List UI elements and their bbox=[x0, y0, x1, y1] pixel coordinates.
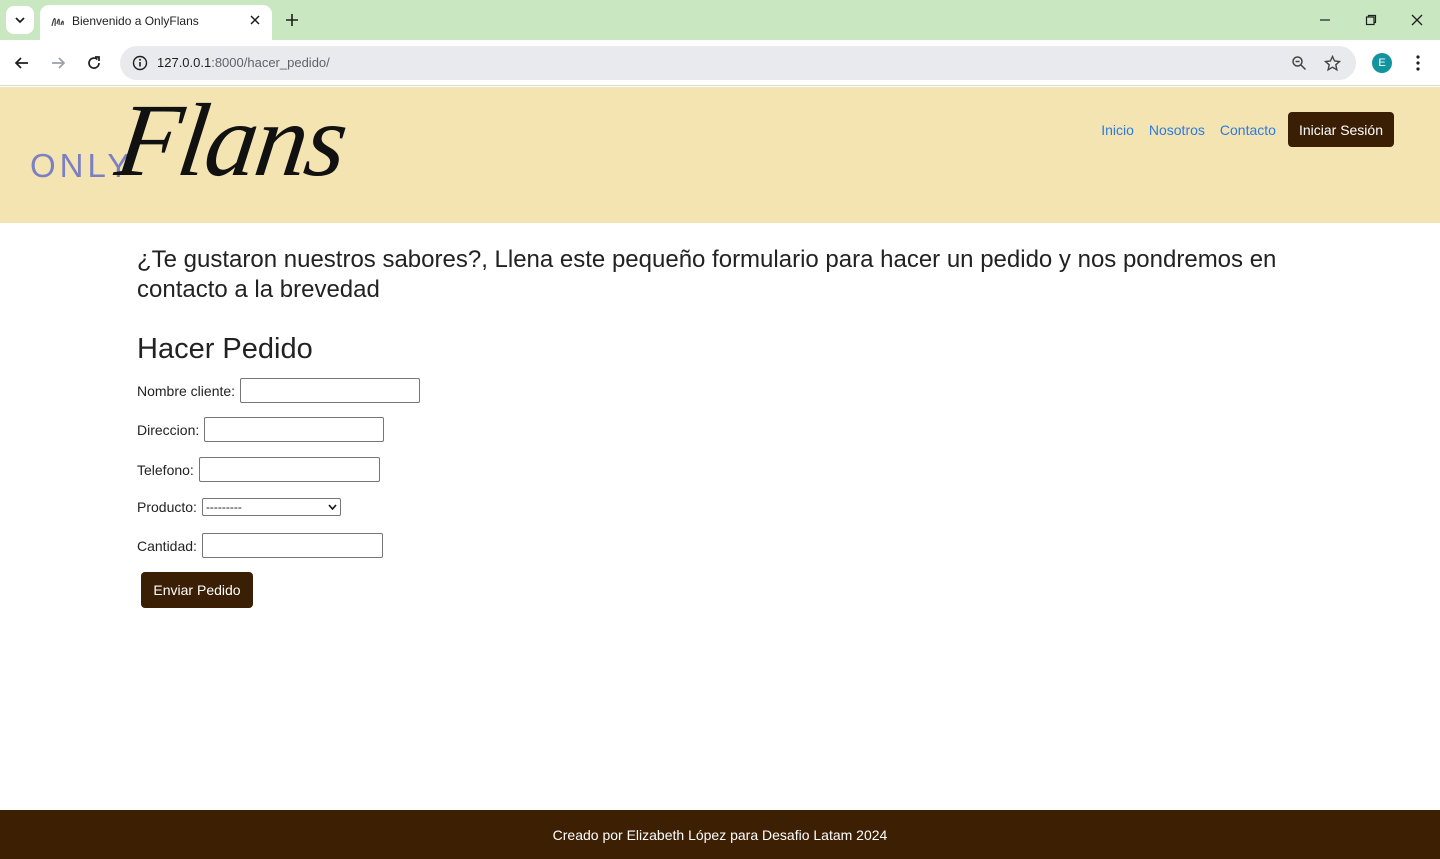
submit-row: Enviar Pedido bbox=[137, 572, 1317, 608]
intro-text: ¿Te gustaron nuestros sabores?, Llena es… bbox=[137, 246, 1277, 303]
star-icon bbox=[1323, 54, 1341, 71]
new-tab-button[interactable] bbox=[282, 10, 302, 30]
info-icon bbox=[132, 55, 148, 71]
login-button[interactable]: Iniciar Sesión bbox=[1287, 112, 1394, 147]
arrow-left-icon bbox=[14, 57, 28, 69]
forward-button[interactable] bbox=[46, 51, 70, 75]
arrow-right-icon bbox=[52, 57, 66, 69]
nombre-label: Nombre cliente: bbox=[137, 382, 236, 399]
plus-icon bbox=[286, 14, 298, 26]
bookmark-button[interactable] bbox=[1322, 53, 1342, 73]
telefono-label: Telefono: bbox=[137, 461, 194, 478]
field-row-producto: Producto: --------- bbox=[137, 498, 1317, 516]
address-bar[interactable]: 127.0.0.1:8000/hacer_pedido/ bbox=[120, 46, 1356, 80]
main-content: ¿Te gustaron nuestros sabores?, Llena es… bbox=[137, 245, 1317, 608]
cantidad-input[interactable] bbox=[201, 533, 383, 558]
cantidad-label: Cantidad: bbox=[137, 537, 197, 554]
field-row-nombre: Nombre cliente: bbox=[137, 378, 1317, 403]
browser-tab-active[interactable]: Bienvenido a OnlyFlans bbox=[40, 5, 272, 40]
site-info-button[interactable] bbox=[128, 51, 152, 75]
nav-link-contacto[interactable]: Contacto bbox=[1220, 122, 1276, 138]
restore-icon bbox=[1365, 14, 1377, 26]
back-button[interactable] bbox=[10, 51, 34, 75]
chevron-down-icon bbox=[328, 504, 337, 510]
enviar-pedido-button[interactable]: Enviar Pedido bbox=[141, 572, 253, 608]
more-vert-icon bbox=[1416, 55, 1420, 71]
direccion-input[interactable] bbox=[204, 417, 385, 442]
logo-flans-text: Flans bbox=[109, 83, 353, 198]
flans-favicon-icon bbox=[51, 17, 64, 27]
footer-text: Creado por Elizabeth López para Desafio … bbox=[552, 826, 888, 843]
field-row-telefono: Telefono: bbox=[137, 457, 1317, 482]
field-row-direccion: Direccion: bbox=[137, 417, 1317, 442]
zoom-icon bbox=[1292, 56, 1307, 71]
telefono-input[interactable] bbox=[198, 457, 380, 482]
nav-link-inicio[interactable]: Inicio bbox=[1101, 122, 1134, 138]
nav-link-nosotros[interactable]: Nosotros bbox=[1149, 122, 1205, 138]
tab-title: Bienvenido a OnlyFlans bbox=[72, 14, 199, 28]
producto-select[interactable]: --------- bbox=[201, 498, 341, 516]
tab-search-button[interactable] bbox=[6, 6, 34, 34]
direccion-label: Direccion: bbox=[137, 421, 200, 438]
profile-avatar[interactable]: E bbox=[1372, 53, 1392, 73]
browser-tab-bar: Bienvenido a OnlyFlans bbox=[0, 0, 1440, 40]
form-title: Hacer Pedido bbox=[137, 333, 313, 365]
producto-label: Producto: bbox=[137, 499, 197, 515]
close-icon bbox=[250, 15, 260, 25]
zoom-button[interactable] bbox=[1289, 53, 1309, 73]
onlyflans-logo[interactable]: ONLY Flans bbox=[28, 83, 353, 198]
minimize-button[interactable] bbox=[1315, 10, 1335, 30]
site-header: ONLY Flans Inicio Nosotros Contacto Inic… bbox=[0, 83, 1440, 223]
browser-menu-button[interactable] bbox=[1408, 52, 1428, 74]
field-row-cantidad: Cantidad: bbox=[137, 533, 1317, 558]
close-window-button[interactable] bbox=[1407, 10, 1427, 30]
close-icon bbox=[1411, 14, 1423, 26]
tab-close-button[interactable] bbox=[246, 11, 264, 29]
browser-toolbar: 127.0.0.1:8000/hacer_pedido/ E bbox=[0, 40, 1440, 86]
site-footer: Creado por Elizabeth López para Desafio … bbox=[0, 810, 1440, 859]
nombre-cliente-input[interactable] bbox=[240, 378, 421, 403]
url-text: 127.0.0.1:8000/hacer_pedido/ bbox=[157, 55, 330, 70]
restore-button[interactable] bbox=[1361, 10, 1381, 30]
main-nav: Inicio Nosotros Contacto Iniciar Sesión bbox=[1086, 112, 1394, 147]
reload-button[interactable] bbox=[82, 51, 106, 75]
chevron-down-icon bbox=[15, 17, 25, 24]
minimize-icon bbox=[1320, 19, 1330, 21]
reload-icon bbox=[88, 56, 100, 69]
producto-selected-value: --------- bbox=[205, 500, 242, 514]
